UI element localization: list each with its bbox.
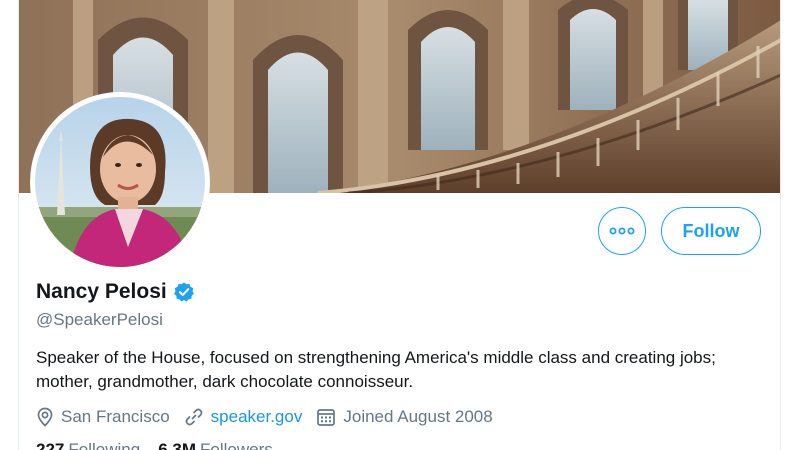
following-count-link[interactable]: 227 Following	[36, 440, 140, 450]
follow-button[interactable]: Follow	[661, 207, 761, 255]
profile-handle: @SpeakerPelosi	[36, 310, 163, 329]
location-item: San Francisco	[36, 407, 170, 427]
link-icon	[185, 408, 203, 426]
profile-bio: Speaker of the House, focused on strengt…	[36, 348, 716, 391]
website-link[interactable]: speaker.gov	[211, 407, 303, 427]
following-label: Following	[68, 440, 141, 450]
website-item[interactable]: speaker.gov	[184, 407, 303, 427]
avatar[interactable]	[35, 97, 205, 267]
verified-badge-icon	[173, 282, 194, 302]
profile-meta: San Francisco speaker.gov Joined August …	[36, 407, 507, 427]
location-pin-icon	[37, 407, 53, 427]
joined-text: Joined August 2008	[343, 407, 493, 426]
followers-count-link[interactable]: 6.3M Followers	[158, 440, 273, 450]
right-gutter	[780, 0, 800, 450]
followers-count: 6.3M	[158, 440, 196, 450]
profile-page: Follow Nancy Pelosi @SpeakerPelosi Speak…	[0, 0, 800, 450]
profile-name-row: Nancy Pelosi	[36, 280, 195, 304]
followers-label: Followers	[199, 440, 273, 450]
location-text: San Francisco	[61, 407, 170, 426]
profile-stats: 227 Following 6.3M Followers	[36, 440, 291, 450]
avatar-frame[interactable]	[30, 92, 210, 272]
calendar-icon	[317, 409, 336, 426]
more-options-button[interactable]	[598, 207, 646, 255]
profile-name: Nancy Pelosi	[36, 280, 167, 303]
following-count: 227	[36, 440, 65, 450]
joined-item: Joined August 2008	[316, 407, 493, 427]
more-horizontal-icon	[609, 227, 635, 235]
left-gutter	[0, 0, 19, 450]
